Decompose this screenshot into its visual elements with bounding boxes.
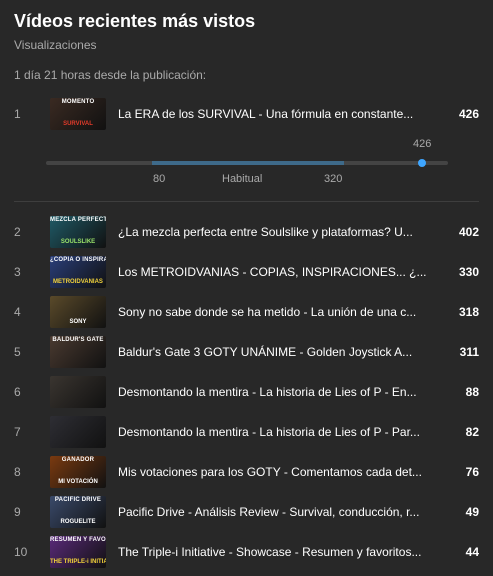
video-title-link[interactable]: The Triple-i Initiative - Showcase - Res… [118,545,436,559]
current-value-marker [418,159,426,167]
thumbnail-text-bottom: MI VOTACIÓN [58,479,98,485]
thumbnail-text-top: RESUMEN Y FAVORITOS [50,537,106,543]
video-thumbnail[interactable]: MEZCLA PERFECTA SOULSLIKE [50,216,106,248]
video-title-link[interactable]: Baldur's Gate 3 GOTY UNÁNIME - Golden Jo… [118,345,436,359]
current-value-label: 426 [413,138,432,150]
divider [14,201,479,202]
video-title-link[interactable]: La ERA de los SURVIVAL - Una fórmula en … [118,107,436,121]
thumbnail-text-bottom: SOULSLIKE [60,239,96,245]
video-title-link[interactable]: Los METROIDVANIAS - COPIAS, INSPIRACIONE… [118,265,436,279]
range-low-label: 80 [153,173,166,185]
thumbnail-text-top: BALDUR'S GATE [52,337,104,343]
range-high-label: 320 [324,173,343,185]
video-views: 44 [465,545,479,559]
thumbnail-text-top: MEZCLA PERFECTA [50,217,106,223]
video-row[interactable]: 1 MOMENTO SURVIVAL La ERA de los SURVIVAL -… [0,96,493,132]
video-rank: 7 [14,425,21,439]
video-thumbnail[interactable] [50,376,106,408]
page-title: Vídeos recientes más vistos [14,11,256,31]
typical-range-bar [152,161,344,165]
video-rank: 4 [14,305,21,319]
video-row[interactable]: 7 Desmontando la mentira - La historia de… [0,414,493,450]
video-rank: 5 [14,345,21,359]
video-views: 88 [465,385,479,399]
thumbnail-text-bottom: METROIDVANIAS [53,279,103,285]
video-views: 330 [458,265,479,279]
thumbnail-text-top: ¿COPIA O INSPIRACIÓN? [50,257,106,263]
thumbnail-text-top: PACIFIC DRIVE [54,497,102,503]
metric-subtitle: Visualizaciones [14,38,97,52]
video-thumbnail[interactable]: GANADOR MI VOTACIÓN [50,456,106,488]
thumbnail-text-bottom: SURVIVAL [63,121,93,127]
video-rank: 3 [14,265,21,279]
video-thumbnail[interactable]: MOMENTO SURVIVAL [50,98,106,130]
video-thumbnail[interactable] [50,416,106,448]
video-title-link[interactable]: Mis votaciones para los GOTY - Comentamo… [118,465,436,479]
video-rank: 2 [14,225,21,239]
video-row[interactable]: 5 BALDUR'S GATE Baldur's Gate 3 GOTY UNÁNI… [0,334,493,370]
video-thumbnail[interactable]: RESUMEN Y FAVORITOS THE TRIPLE-i INITIATI… [50,536,106,568]
video-thumbnail[interactable]: BALDUR'S GATE [50,336,106,368]
video-views: 402 [458,225,479,239]
video-rank: 10 [14,545,28,559]
thumbnail-text-top: GANADOR [61,457,95,463]
video-row[interactable]: 3 ¿COPIA O INSPIRACIÓN? METROIDVANIAS Los M… [0,254,493,290]
video-title-link[interactable]: Sony no sabe donde se ha metido - La uni… [118,305,436,319]
video-title-link[interactable]: Pacific Drive - Análisis Review - Surviv… [118,505,436,519]
video-title-link[interactable]: ¿La mezcla perfecta entre Soulslike y pl… [118,225,436,239]
video-views: 82 [465,425,479,439]
video-row[interactable]: 6 Desmontando la mentira - La historia de… [0,374,493,410]
video-thumbnail[interactable]: ¿COPIA O INSPIRACIÓN? METROIDVANIAS [50,256,106,288]
video-title-link[interactable]: Desmontando la mentira - La historia de … [118,425,436,439]
video-title-link[interactable]: Desmontando la mentira - La historia de … [118,385,436,399]
video-views: 426 [458,107,479,121]
video-rank: 9 [14,505,21,519]
thumbnail-text-bottom: THE TRIPLE-i INITIATIVE [50,559,106,565]
video-views: 49 [465,505,479,519]
video-rank: 6 [14,385,21,399]
video-row[interactable]: 2 MEZCLA PERFECTA SOULSLIKE ¿La mezcla perf… [0,214,493,250]
video-thumbnail[interactable]: PACIFIC DRIVE ROGUELITE [50,496,106,528]
timeframe-label: 1 día 21 horas desde la publicación: [14,68,207,82]
video-rank: 8 [14,465,21,479]
thumbnail-text-top: MOMENTO [61,99,95,105]
video-rank: 1 [14,107,21,121]
video-row[interactable]: 4 SONY Sony no sabe donde se ha metido - L… [0,294,493,330]
range-typical-label: Habitual [222,173,263,185]
video-views: 311 [459,345,479,359]
thumbnail-text-bottom: ROGUELITE [60,519,96,525]
video-row[interactable]: 8 GANADOR MI VOTACIÓN Mis votaciones para l… [0,454,493,490]
thumbnail-text-bottom: SONY [69,319,87,325]
video-row[interactable]: 9 PACIFIC DRIVE ROGUELITE Pacific Drive - A… [0,494,493,530]
video-views: 318 [458,305,479,319]
typical-range-indicator: 426 80 Habitual 320 [0,138,493,188]
video-thumbnail[interactable]: SONY [50,296,106,328]
video-row[interactable]: 10 RESUMEN Y FAVORITOS THE TRIPLE-i INITIA… [0,534,493,570]
video-views: 76 [465,465,479,479]
